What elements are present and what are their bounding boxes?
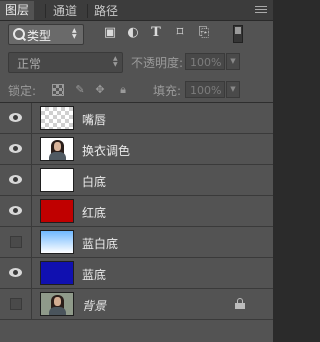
lock-transparent-pixels-icon[interactable] bbox=[52, 84, 64, 96]
layer-row-blue-white-bg[interactable]: 蓝白底 bbox=[0, 227, 273, 258]
type-filter-icon[interactable]: T bbox=[149, 26, 163, 40]
image-filter-icon[interactable]: ▣ bbox=[103, 26, 117, 40]
select-arrows-icon: ▲ ▼ bbox=[72, 27, 77, 40]
eye-icon bbox=[9, 268, 22, 277]
visibility-toggle[interactable] bbox=[0, 103, 32, 133]
tab-separator bbox=[87, 4, 88, 18]
filter-kind-select[interactable]: 类型 ▲ ▼ bbox=[8, 24, 84, 45]
hidden-visibility-box bbox=[10, 298, 22, 310]
layer-row-outfit-color[interactable]: 换衣调色 bbox=[0, 134, 273, 165]
panel-footer bbox=[0, 329, 273, 342]
panel-tab-bar: 图层 通道 路径 bbox=[0, 0, 273, 21]
layer-name: 背景 bbox=[82, 299, 107, 313]
layers-panel: 图层 通道 路径 类型 ▲ ▼ ▣ ◐ T ⌑ ⎘ 正常 ▲ ▼ 不透明度: 100… bbox=[0, 0, 273, 342]
lock-image-pixels-icon[interactable]: ✎ bbox=[74, 84, 86, 96]
opacity-dropdown-icon[interactable]: ▼ bbox=[226, 53, 240, 70]
layer-name: 红底 bbox=[82, 206, 107, 220]
layer-thumbnail bbox=[40, 168, 74, 192]
search-icon bbox=[13, 28, 25, 40]
smart-object-filter-icon[interactable]: ⎘ bbox=[197, 26, 211, 40]
filter-kind-label: 类型 bbox=[27, 29, 52, 43]
tab-separator bbox=[45, 4, 46, 18]
fill-label: 填充: bbox=[153, 84, 182, 98]
panel-menu-icon[interactable] bbox=[255, 6, 267, 14]
layer-name: 嘴唇 bbox=[82, 113, 107, 127]
adjustment-filter-icon[interactable]: ◐ bbox=[126, 26, 140, 40]
tab-layers[interactable]: 图层 bbox=[0, 1, 35, 20]
layer-name: 蓝底 bbox=[82, 268, 107, 282]
lock-icon bbox=[235, 298, 245, 309]
filter-toggle-icon[interactable] bbox=[233, 25, 243, 43]
lock-label: 锁定: bbox=[8, 84, 37, 98]
visibility-toggle[interactable] bbox=[0, 227, 32, 257]
eye-icon bbox=[9, 175, 22, 184]
blend-mode-value: 正常 bbox=[17, 57, 42, 71]
layer-thumbnail bbox=[40, 199, 74, 223]
layer-list: 嘴唇 换衣调色 白底 红底 蓝白底 蓝底 背景 bbox=[0, 103, 273, 320]
layer-row-blue-bg[interactable]: 蓝底 bbox=[0, 258, 273, 289]
eye-icon bbox=[9, 113, 22, 122]
layer-name: 白底 bbox=[82, 175, 107, 189]
hidden-visibility-box bbox=[10, 236, 22, 248]
lock-position-icon[interactable]: ✥ bbox=[94, 84, 106, 96]
tab-paths[interactable]: 路径 bbox=[89, 2, 123, 20]
visibility-toggle[interactable] bbox=[0, 258, 32, 288]
opacity-label: 不透明度: bbox=[131, 56, 184, 70]
fill-dropdown-icon[interactable]: ▼ bbox=[226, 81, 240, 98]
layer-row-white-bg[interactable]: 白底 bbox=[0, 165, 273, 196]
eye-icon bbox=[9, 144, 22, 153]
fill-field[interactable]: 100% bbox=[185, 81, 225, 98]
layer-row-lips[interactable]: 嘴唇 bbox=[0, 103, 273, 134]
opacity-field[interactable]: 100% bbox=[185, 53, 225, 70]
layer-thumbnail bbox=[40, 261, 74, 285]
visibility-toggle[interactable] bbox=[0, 196, 32, 226]
tab-channels[interactable]: 通道 bbox=[48, 2, 82, 20]
layer-row-background[interactable]: 背景 bbox=[0, 289, 273, 320]
select-arrows-icon: ▲ ▼ bbox=[113, 55, 118, 68]
eye-icon bbox=[9, 206, 22, 215]
layer-thumbnail bbox=[40, 137, 74, 161]
shape-filter-icon[interactable]: ⌑ bbox=[173, 26, 187, 40]
layer-thumbnail bbox=[40, 292, 74, 316]
visibility-toggle[interactable] bbox=[0, 134, 32, 164]
visibility-toggle[interactable] bbox=[0, 289, 32, 319]
layer-row-red-bg[interactable]: 红底 bbox=[0, 196, 273, 227]
layer-thumbnail bbox=[40, 106, 74, 130]
layer-name: 换衣调色 bbox=[82, 144, 131, 158]
layer-thumbnail bbox=[40, 230, 74, 254]
lock-all-icon[interactable]: 🔒︎ bbox=[117, 84, 129, 96]
layer-name: 蓝白底 bbox=[82, 237, 119, 251]
blend-mode-select[interactable]: 正常 ▲ ▼ bbox=[8, 52, 123, 73]
visibility-toggle[interactable] bbox=[0, 165, 32, 195]
